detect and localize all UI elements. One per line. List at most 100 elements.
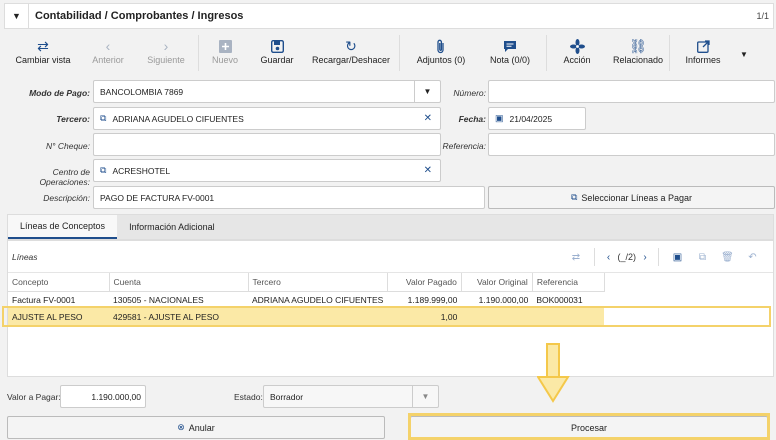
save-icon xyxy=(270,37,284,55)
table-cell: 1.190.000,00 xyxy=(478,294,529,305)
grid-toolbar: Líneas ⇄ ‹ (_/2) › ▣ ⧉ 🗑 ↶ xyxy=(8,241,773,273)
date-field[interactable]: ▣ 21/04/2025 xyxy=(488,107,586,130)
column-header[interactable]: Tercero xyxy=(248,273,388,292)
next-button[interactable]: › Siguiente xyxy=(134,33,198,73)
lines-grid: Líneas ⇄ ‹ (_/2) › ▣ ⧉ 🗑 ↶ Concepto Cuen… xyxy=(7,240,774,377)
table-cell: 1,00 xyxy=(387,308,462,325)
record-pager: 1/1 xyxy=(756,11,769,21)
save-button[interactable]: Guardar xyxy=(251,33,303,73)
toolbar-divider xyxy=(399,35,400,71)
reports-button[interactable]: Informes xyxy=(670,33,736,73)
detail-tabs: Líneas de Conceptos Información Adiciona… xyxy=(7,214,774,240)
divider xyxy=(594,248,596,266)
paperclip-icon xyxy=(436,37,446,55)
description-label: Descripción: xyxy=(43,193,90,203)
cancel-document-button[interactable]: ⊗ Anular xyxy=(7,416,385,439)
process-button[interactable]: Procesar xyxy=(410,416,768,439)
add-row-icon[interactable]: ▣ xyxy=(665,252,690,263)
change-view-button[interactable]: ⇄ Cambiar vista xyxy=(4,33,82,73)
reference-label: Referencia: xyxy=(442,141,486,151)
description-field[interactable]: PAGO DE FACTURA FV-0001 xyxy=(93,186,485,209)
edit-row-icon[interactable]: ⧉ xyxy=(690,252,715,263)
collapse-caret-icon[interactable]: ▼ xyxy=(5,4,29,28)
column-header[interactable]: Concepto xyxy=(8,273,110,292)
check-number-label: N° Cheque: xyxy=(45,141,90,151)
operations-center-label: Centro de Operaciones: xyxy=(39,167,90,187)
window-titlebar: ▼ Contabilidad / Comprobantes / Ingresos… xyxy=(4,3,774,29)
chevron-down-icon[interactable]: ▼ xyxy=(412,386,438,407)
lines-table: Concepto Cuenta Tercero Valor Pagado Val… xyxy=(8,273,605,325)
switch-view-icon: ⇄ xyxy=(37,37,49,54)
reports-dropdown-caret[interactable]: ▼ xyxy=(736,33,752,73)
page-title: Contabilidad / Comprobantes / Ingresos xyxy=(35,10,244,22)
chevron-right-icon: › xyxy=(163,38,169,54)
payment-mode-label: Modo de Pago: xyxy=(29,88,90,98)
reference-field[interactable] xyxy=(488,133,775,156)
column-header[interactable]: Valor Pagado xyxy=(387,273,462,292)
new-button[interactable]: Nuevo xyxy=(199,33,251,73)
calendar-icon[interactable]: ▣ xyxy=(495,113,504,124)
link-icon: ⛓ xyxy=(629,37,647,54)
third-party-label: Tercero: xyxy=(56,114,90,124)
number-label: Número: xyxy=(453,88,486,98)
previous-button[interactable]: ‹ Anterior xyxy=(82,33,134,73)
date-label: Fecha: xyxy=(458,114,486,124)
chevron-left-icon[interactable]: ‹ xyxy=(601,252,615,263)
clear-icon[interactable]: ✕ xyxy=(424,165,432,176)
table-cell xyxy=(248,308,388,325)
number-field[interactable] xyxy=(488,80,775,103)
table-header-row: Concepto Cuenta Tercero Valor Pagado Val… xyxy=(8,273,605,292)
grid-pager: (_/2) xyxy=(617,252,636,262)
table-row[interactable]: Factura FV-0001 130505 - NACIONALES ADRI… xyxy=(8,291,604,308)
report-icon xyxy=(696,37,710,55)
column-header[interactable]: Referencia xyxy=(532,273,605,292)
table-cell xyxy=(532,308,605,325)
operations-center-field[interactable]: ⧉ ACRESHOTEL ✕ xyxy=(93,159,441,182)
table-cell: AJUSTE AL PESO xyxy=(8,308,109,325)
table-cell: 130505 - NACIONALES xyxy=(113,294,204,305)
payment-mode-select[interactable]: BANCOLOMBIA 7869 ▼ xyxy=(93,80,441,103)
note-icon xyxy=(503,37,517,55)
delete-row-icon[interactable]: 🗑 xyxy=(715,252,740,263)
reload-icon: ↻ xyxy=(345,37,357,54)
table-cell: ADRIANA AGUDELO CIFUENTES xyxy=(252,294,384,305)
plus-square-icon xyxy=(218,37,232,55)
table-cell: BOK000031 xyxy=(536,294,583,305)
action-button[interactable]: Acción xyxy=(547,33,607,73)
open-link-icon[interactable]: ⧉ xyxy=(100,165,106,176)
tab-additional-info[interactable]: Información Adicional xyxy=(117,215,227,239)
status-select[interactable]: Borrador ▼ xyxy=(263,385,439,408)
amount-to-pay-field[interactable]: 1.190.000,00 xyxy=(60,385,146,408)
related-button[interactable]: ⛓ Relacionado xyxy=(607,33,669,73)
grid-title: Líneas xyxy=(12,251,38,262)
table-row[interactable]: AJUSTE AL PESO 429581 - AJUSTE AL PESO 1… xyxy=(8,308,605,325)
check-number-field[interactable] xyxy=(93,133,441,156)
select-lines-button[interactable]: ⧉ Seleccionar Líneas a Pagar xyxy=(488,186,775,209)
table-cell xyxy=(461,308,533,325)
chevron-down-icon: ▼ xyxy=(740,49,748,59)
undo-icon[interactable]: ↶ xyxy=(740,252,765,263)
status-label: Estado: xyxy=(234,392,263,402)
tab-concept-lines[interactable]: Líneas de Conceptos xyxy=(8,215,118,239)
divider xyxy=(658,248,659,266)
clear-icon[interactable]: ✕ xyxy=(424,113,432,124)
attachments-button[interactable]: Adjuntos (0) xyxy=(408,33,474,73)
third-party-field[interactable]: ⧉ ADRIANA AGUDELO CIFUENTES ✕ xyxy=(93,107,441,130)
chevron-left-icon: ‹ xyxy=(105,38,111,54)
amount-to-pay-label: Valor a Pagar: xyxy=(7,392,61,402)
grid-actions: ⇄ ‹ (_/2) › ▣ ⧉ 🗑 ↶ xyxy=(563,241,765,273)
main-toolbar: ⇄ Cambiar vista ‹ Anterior › Siguiente N… xyxy=(4,33,774,73)
down-arrow-annotation xyxy=(537,343,570,403)
chevron-down-icon[interactable]: ▼ xyxy=(414,81,440,102)
note-button[interactable]: Nota (0/0) xyxy=(474,33,546,73)
column-header[interactable]: Valor Original xyxy=(461,273,533,292)
column-header[interactable]: Cuenta xyxy=(109,273,249,292)
chevron-right-icon[interactable]: › xyxy=(638,252,652,263)
table-cell: 429581 - AJUSTE AL PESO xyxy=(109,308,248,325)
table-cell: Factura FV-0001 xyxy=(12,294,76,305)
switch-view-icon[interactable]: ⇄ xyxy=(563,252,588,263)
open-link-icon: ⧉ xyxy=(570,192,578,202)
reload-undo-button[interactable]: ↻ Recargar/Deshacer xyxy=(303,33,399,73)
open-link-icon[interactable]: ⧉ xyxy=(100,113,106,124)
fan-icon xyxy=(569,37,585,55)
